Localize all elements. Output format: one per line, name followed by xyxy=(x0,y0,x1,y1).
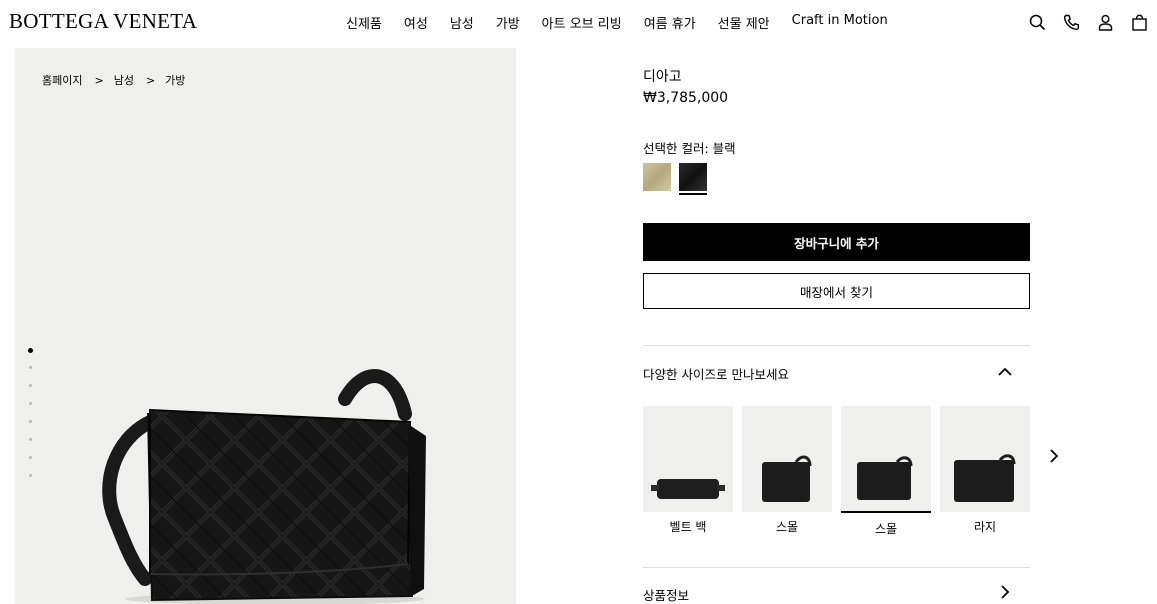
selected-color-label: 선택한 컬러: 블랙 xyxy=(643,141,736,156)
carousel-next-icon[interactable] xyxy=(1047,448,1061,468)
product-image xyxy=(102,369,426,604)
product-gallery: 홈페이지 > 남성 > 가방 xyxy=(15,48,516,604)
selected-size-indicator xyxy=(841,511,931,513)
nav-item-women[interactable]: 여성 xyxy=(404,13,428,32)
gallery-pagination xyxy=(27,348,33,492)
color-swatch-black[interactable] xyxy=(679,163,707,191)
nav-item-bags[interactable]: 가방 xyxy=(496,13,520,32)
breadcrumb: 홈페이지 > 남성 > 가방 xyxy=(42,72,185,88)
main-nav: 신제품 여성 남성 가방 아트 오브 리빙 여름 휴가 선물 제안 Craft … xyxy=(346,13,888,32)
small-bag-image xyxy=(762,455,812,502)
small-bag-image xyxy=(857,456,913,500)
size-thumb-large[interactable] xyxy=(940,406,1030,512)
selected-swatch-indicator xyxy=(679,193,707,195)
chevron-up-icon[interactable] xyxy=(997,364,1013,384)
nav-item-men[interactable]: 남성 xyxy=(450,13,474,32)
size-label-belt-bag: 벨트 백 xyxy=(669,520,707,534)
breadcrumb-home[interactable]: 홈페이지 xyxy=(42,72,82,88)
belt-bag-image xyxy=(651,479,725,499)
find-in-store-button[interactable]: 매장에서 찾기 xyxy=(643,273,1030,309)
gallery-dot-1[interactable] xyxy=(27,348,33,353)
gallery-dot-3[interactable] xyxy=(28,384,32,387)
nav-item-art-of-living[interactable]: 아트 오브 리빙 xyxy=(542,13,622,32)
size-label-small-selected: 스몰 xyxy=(874,522,898,536)
gallery-dot-5[interactable] xyxy=(28,420,32,423)
chevron-right-icon[interactable] xyxy=(997,584,1013,604)
gallery-dot-6[interactable] xyxy=(28,438,32,441)
nav-item-new[interactable]: 신제품 xyxy=(346,13,382,32)
divider xyxy=(643,345,1030,346)
gallery-dot-8[interactable] xyxy=(28,474,32,477)
site-header: BOTTEGA VENETA 신제품 여성 남성 가방 아트 오브 리빙 여름 … xyxy=(0,0,1157,44)
size-label-large: 라지 xyxy=(973,520,997,534)
nav-item-summer[interactable]: 여름 휴가 xyxy=(644,13,696,32)
bag-icon[interactable] xyxy=(1129,12,1149,32)
product-name: 디아고 xyxy=(643,69,682,85)
user-icon[interactable] xyxy=(1095,12,1115,32)
size-label-small: 스몰 xyxy=(775,520,799,534)
size-thumb-belt-bag[interactable] xyxy=(643,406,733,512)
nav-item-craft-in-motion[interactable]: Craft in Motion xyxy=(792,13,888,32)
gallery-dot-7[interactable] xyxy=(28,456,32,459)
gallery-dot-4[interactable] xyxy=(28,402,32,405)
header-icons xyxy=(1013,12,1149,32)
breadcrumb-men[interactable]: 남성 xyxy=(114,72,134,88)
search-icon[interactable] xyxy=(1027,12,1047,32)
size-thumb-small-selected[interactable] xyxy=(841,406,931,512)
color-swatch-beige[interactable] xyxy=(643,163,671,191)
large-bag-image xyxy=(954,454,1016,502)
breadcrumb-separator: > xyxy=(145,73,156,87)
nav-item-gifts[interactable]: 선물 제안 xyxy=(718,13,770,32)
brand-logo[interactable]: BOTTEGA VENETA xyxy=(9,9,197,34)
size-thumb-small[interactable] xyxy=(742,406,832,512)
add-to-cart-button[interactable]: 장바구니에 추가 xyxy=(643,223,1030,261)
sizes-heading[interactable]: 다양한 사이즈로 만나보세요 xyxy=(643,364,789,383)
gallery-dot-2[interactable] xyxy=(28,366,32,369)
phone-icon[interactable] xyxy=(1061,12,1081,32)
product-info-heading[interactable]: 상품정보 xyxy=(643,585,689,604)
product-price: ₩3,785,000 xyxy=(643,90,729,106)
breadcrumb-bags[interactable]: 가방 xyxy=(165,72,185,88)
divider xyxy=(643,567,1030,568)
breadcrumb-separator: > xyxy=(94,73,104,87)
